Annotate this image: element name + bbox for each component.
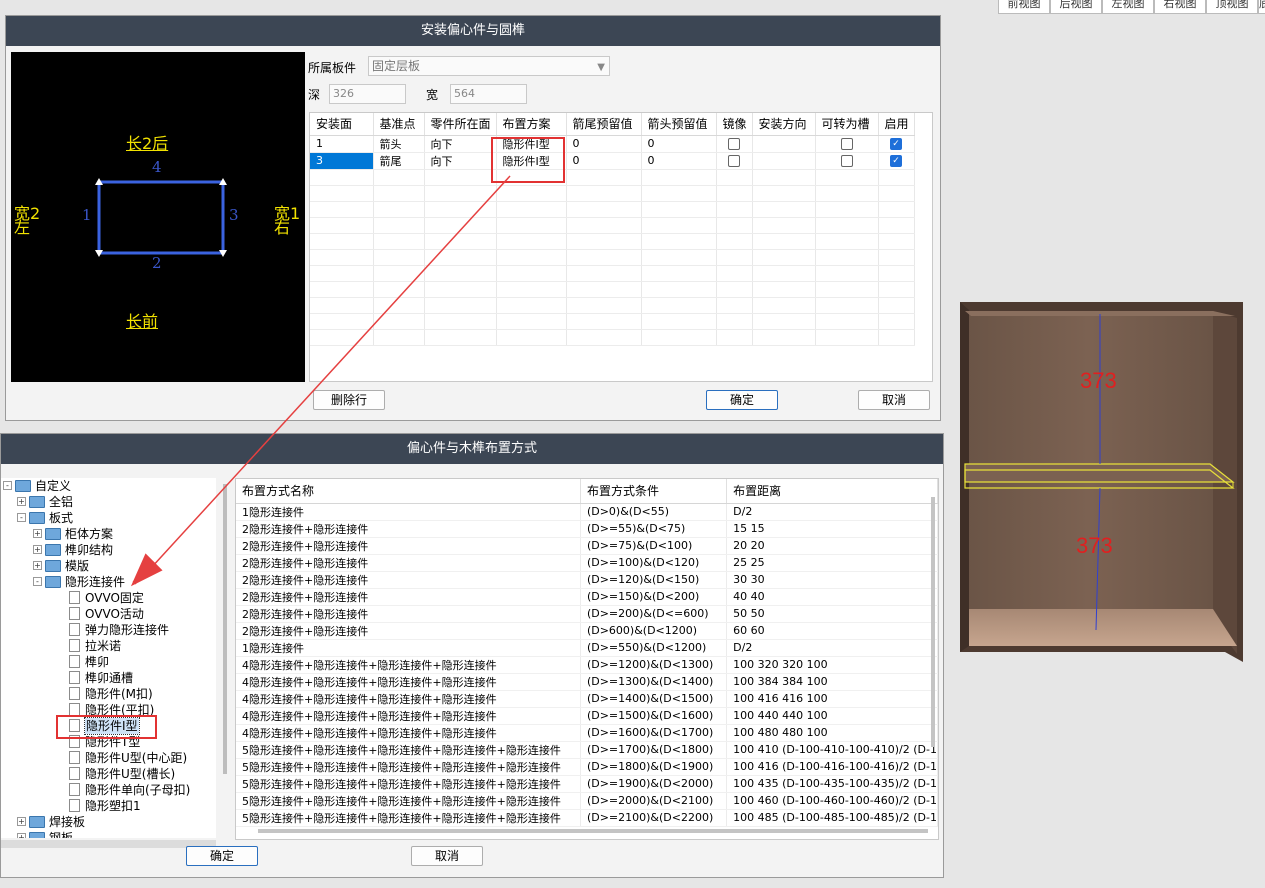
cabinet-3d-view[interactable]: 373 373 (955, 296, 1245, 671)
upper-dimension-label: 373 (1080, 368, 1117, 393)
lower-dimension-label: 373 (1076, 533, 1113, 558)
